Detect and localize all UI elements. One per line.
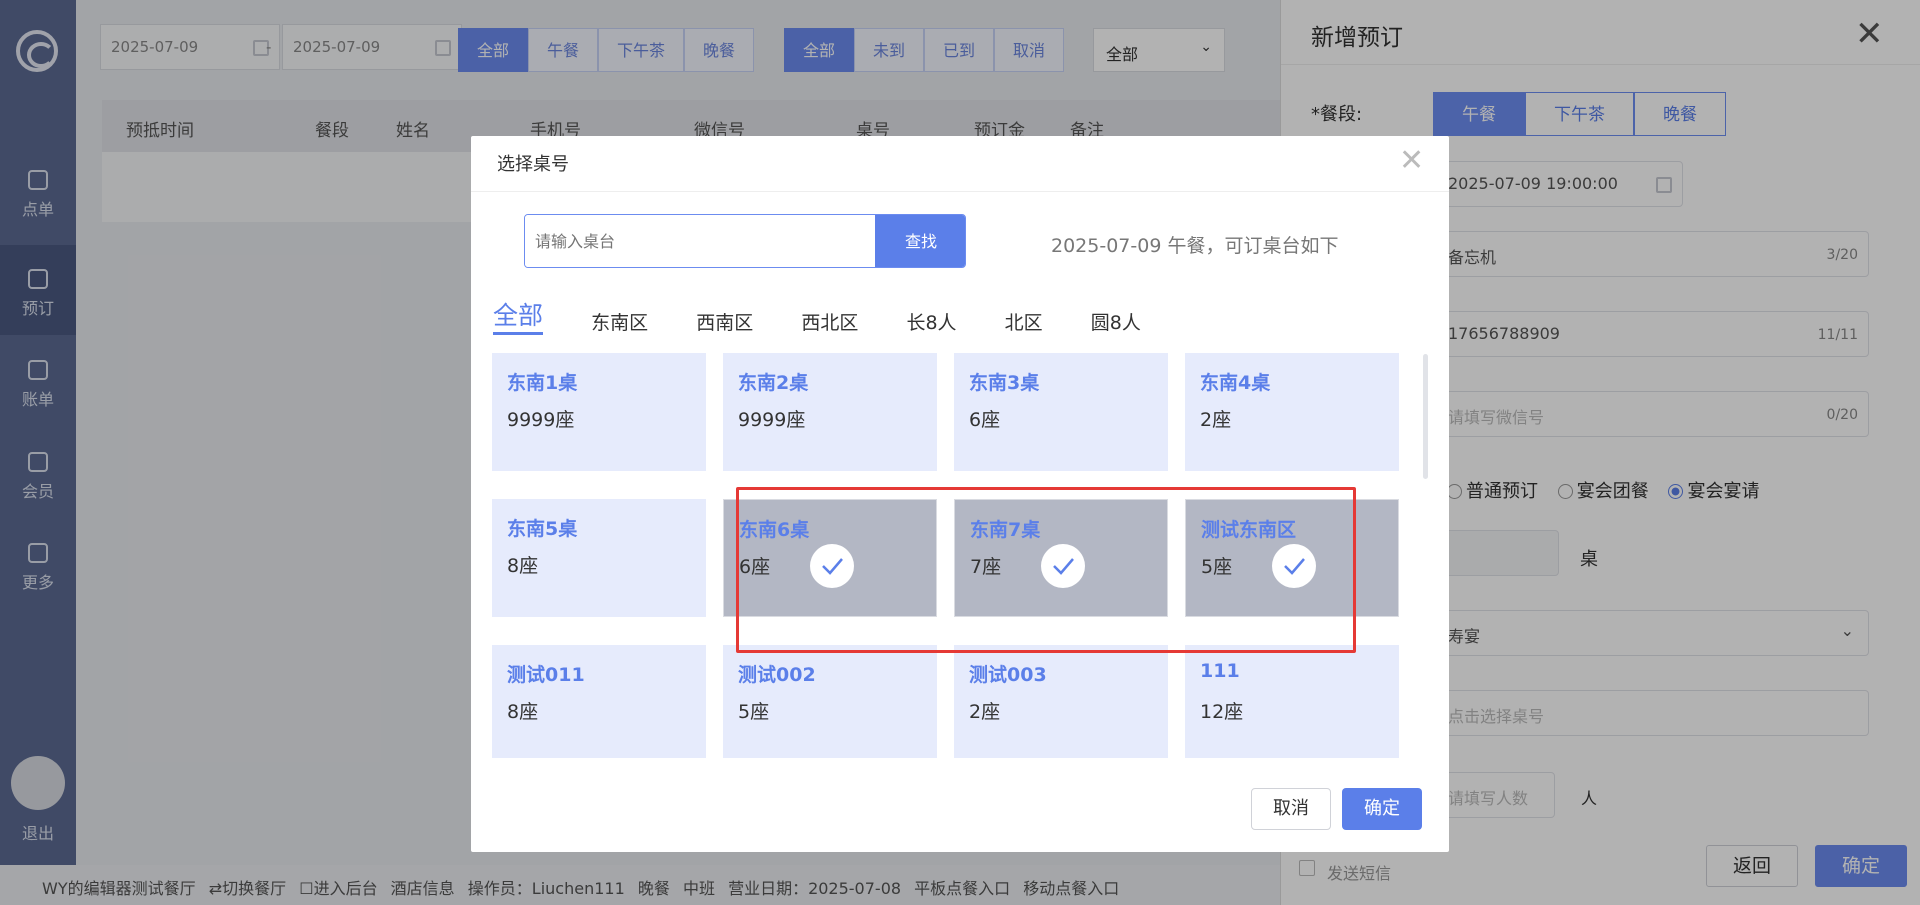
area-tabs: 全部 东南区 西南区 西北区 长8人 北区 圆8人 [493, 296, 1184, 336]
table-card[interactable]: 东南5桌 8座 [492, 499, 706, 617]
table-card-seats: 9999座 [738, 409, 806, 431]
table-card-name: 东南5桌 [507, 518, 578, 540]
table-card-name: 测试002 [738, 664, 816, 686]
table-card-seats: 12座 [1200, 701, 1244, 723]
tab-all[interactable]: 全部 [493, 296, 544, 335]
table-card-name: 111 [1200, 660, 1240, 682]
table-card[interactable]: 东南3桌 6座 [954, 353, 1168, 471]
close-icon[interactable]: ✕ [1399, 146, 1424, 176]
selection-highlight [736, 487, 1356, 653]
table-card-name: 东南2桌 [738, 372, 809, 394]
table-card-seats: 8座 [507, 701, 539, 723]
tab-round8[interactable]: 圆8人 [1091, 308, 1141, 335]
table-card-name: 东南3桌 [969, 372, 1040, 394]
table-card-name: 东南1桌 [507, 372, 578, 394]
availability-text: 2025-07-09 午餐，可订桌台如下 [1051, 235, 1339, 257]
table-card-seats: 6座 [969, 409, 1001, 431]
tab-southeast[interactable]: 东南区 [591, 308, 648, 335]
table-card[interactable]: 111 12座 [1185, 645, 1399, 758]
dialog-header: 选择桌号 ✕ [471, 136, 1449, 192]
table-card-seats: 9999座 [507, 409, 575, 431]
confirm-button[interactable]: 确定 [1342, 788, 1422, 830]
tab-northwest[interactable]: 西北区 [801, 308, 858, 335]
table-card[interactable]: 测试011 8座 [492, 645, 706, 758]
table-card-seats: 2座 [969, 701, 1001, 723]
table-card[interactable]: 测试002 5座 [723, 645, 937, 758]
table-card-seats: 2座 [1200, 409, 1232, 431]
table-card[interactable]: 东南2桌 9999座 [723, 353, 937, 471]
grid-scrollbar[interactable] [1423, 354, 1428, 479]
table-card-name: 测试003 [969, 664, 1047, 686]
table-card-seats: 5座 [738, 701, 770, 723]
table-card[interactable]: 测试003 2座 [954, 645, 1168, 758]
search-button[interactable]: 查找 [875, 215, 965, 267]
table-search: 查找 [524, 214, 966, 268]
tab-southwest[interactable]: 西南区 [696, 308, 753, 335]
table-card-seats: 8座 [507, 555, 539, 577]
cancel-button[interactable]: 取消 [1251, 788, 1331, 830]
table-card-name: 东南4桌 [1200, 372, 1271, 394]
table-card-name: 测试011 [507, 664, 585, 686]
table-card[interactable]: 东南1桌 9999座 [492, 353, 706, 471]
table-card[interactable]: 东南4桌 2座 [1185, 353, 1399, 471]
table-search-input[interactable] [525, 215, 873, 267]
dialog-title: 选择桌号 [497, 154, 569, 175]
tab-long8[interactable]: 长8人 [906, 308, 956, 335]
tab-north[interactable]: 北区 [1005, 308, 1043, 335]
